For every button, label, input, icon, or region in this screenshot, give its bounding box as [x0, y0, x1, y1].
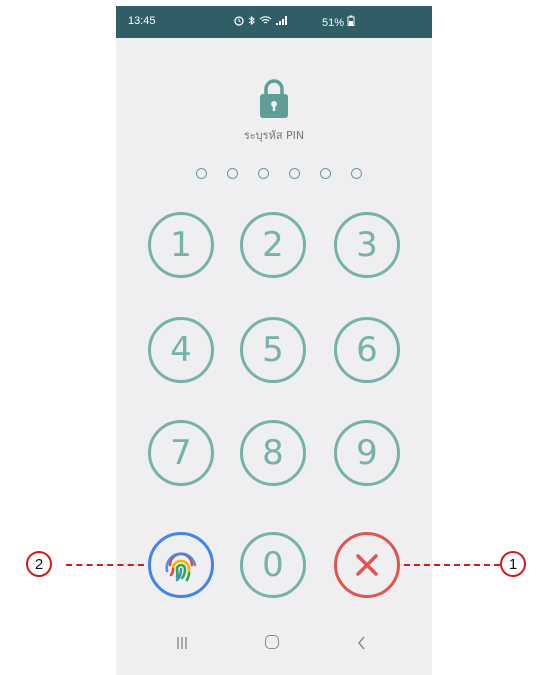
key-6[interactable]: 6 — [334, 317, 400, 383]
wifi-icon — [259, 16, 272, 24]
key-4[interactable]: 4 — [148, 317, 214, 383]
pin-dot — [351, 168, 362, 179]
key-8[interactable]: 8 — [240, 420, 306, 486]
phone-screen: 13:45 51% ระบุรหัส PIN 1 2 3 4 5 6 7 8 9 — [116, 6, 432, 675]
battery-percent: 51% — [322, 17, 345, 29]
key-1[interactable]: 1 — [148, 212, 214, 278]
signal-icon — [276, 16, 288, 25]
battery-icon — [347, 15, 355, 26]
home-icon[interactable] — [265, 635, 279, 649]
status-system-icons — [233, 15, 288, 29]
back-icon[interactable] — [356, 634, 366, 652]
status-bar: 13:45 51% — [116, 6, 432, 38]
callout-line-2 — [66, 564, 144, 566]
key-3[interactable]: 3 — [334, 212, 400, 278]
navigation-bar — [116, 618, 432, 675]
callout-2: 2 — [26, 551, 52, 577]
lock-icon — [260, 79, 288, 118]
key-5[interactable]: 5 — [240, 317, 306, 383]
key-7[interactable]: 7 — [148, 420, 214, 486]
fingerprint-icon — [165, 552, 197, 582]
pin-dot — [258, 168, 269, 179]
pin-dot — [196, 168, 207, 179]
pin-dot — [320, 168, 331, 179]
key-9[interactable]: 9 — [334, 420, 400, 486]
delete-button[interactable] — [334, 532, 400, 598]
pin-indicator — [196, 168, 366, 182]
pin-prompt-label: ระบุรหัส PIN — [243, 129, 305, 142]
fingerprint-button[interactable] — [148, 532, 214, 598]
callout-line-1 — [404, 564, 500, 566]
key-0[interactable]: 0 — [240, 532, 306, 598]
pin-dot — [227, 168, 238, 179]
battery-indicator: 51% — [322, 15, 355, 29]
status-time: 13:45 — [128, 15, 156, 27]
pin-dot — [289, 168, 300, 179]
key-2[interactable]: 2 — [240, 212, 306, 278]
close-x-icon — [356, 554, 378, 576]
recent-apps-icon[interactable] — [175, 635, 189, 651]
bluetooth-icon — [248, 15, 255, 26]
callout-1: 1 — [500, 551, 526, 577]
alarm-icon — [234, 16, 244, 26]
